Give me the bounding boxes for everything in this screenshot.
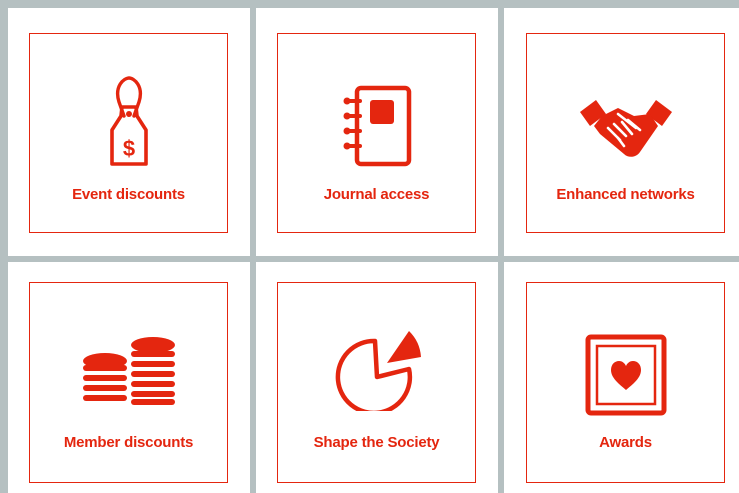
awards-card[interactable]: Awards	[526, 282, 725, 483]
enhanced-networks-label: Enhanced networks	[556, 186, 695, 203]
benefit-tile-journal-access: Journal access	[256, 8, 498, 256]
journal-access-label: Journal access	[323, 186, 430, 203]
awards-label: Awards	[599, 434, 652, 451]
enhanced-networks-card[interactable]: Enhanced networks	[526, 33, 725, 233]
shape-the-society-card[interactable]: Shape the Society	[277, 282, 476, 483]
shape-the-society-label: Shape the Society	[313, 434, 440, 451]
framed-heart-icon	[585, 334, 666, 416]
benefit-tile-event-discounts: $ Event discounts	[8, 8, 250, 256]
handshake-icon	[579, 100, 672, 157]
journal-access-card[interactable]: Journal access	[277, 33, 476, 233]
coin-stacks-icon	[82, 337, 175, 405]
event-discounts-card[interactable]: $ Event discounts	[29, 33, 228, 233]
benefit-tile-awards: Awards	[504, 262, 739, 493]
event-discounts-label: Event discounts	[72, 186, 185, 203]
member-discounts-card[interactable]: Member discounts	[29, 282, 228, 483]
notebook-icon	[343, 85, 411, 167]
member-discounts-label: Member discounts	[63, 434, 194, 451]
benefit-tile-shape-the-society: Shape the Society	[256, 262, 498, 493]
svg-text:$: $	[122, 136, 134, 161]
benefit-tile-member-discounts: Member discounts	[8, 262, 250, 493]
pie-chart-icon	[335, 331, 421, 411]
price-tag-icon: $	[109, 76, 148, 166]
benefit-tile-enhanced-networks: Enhanced networks	[504, 8, 739, 256]
